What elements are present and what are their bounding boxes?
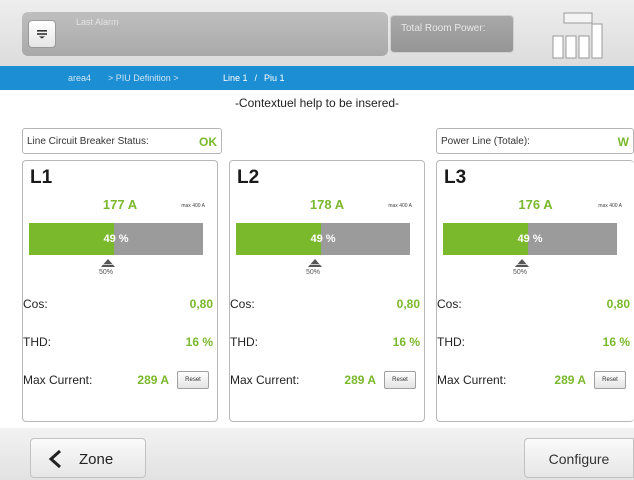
reset-button[interactable]: Reset bbox=[594, 371, 626, 389]
last-alarm-label: Last Alarm bbox=[76, 17, 119, 27]
max-current-value: 289 A bbox=[554, 373, 586, 387]
load-bar: 49 % bbox=[443, 223, 617, 255]
thd-value: 16 % bbox=[602, 335, 630, 349]
menu-button[interactable] bbox=[28, 20, 56, 48]
max-current-value: 289 A bbox=[137, 373, 169, 387]
load-bar: 49 % bbox=[236, 223, 410, 255]
max-current-label: Max Current: bbox=[437, 373, 507, 387]
breaker-status-box: Line Circuit Breaker Status: OK bbox=[22, 128, 222, 154]
breaker-status-value: OK bbox=[199, 135, 217, 149]
line-card-l1: L1 177 A max 400 A 49 % 50% Cos: 0,80 TH… bbox=[22, 160, 218, 422]
max-current-label: Max Current: bbox=[23, 373, 93, 387]
cos-value: 0,80 bbox=[606, 297, 630, 311]
zone-back-button[interactable]: Zone bbox=[30, 438, 146, 478]
breadcrumb-area[interactable]: area4 bbox=[68, 73, 91, 83]
power-line-value: W bbox=[617, 135, 629, 149]
load-bar: 49 % bbox=[29, 223, 203, 255]
breadcrumb-piu: Piu 1 bbox=[264, 73, 285, 83]
cos-label: Cos: bbox=[23, 297, 48, 311]
cos-label: Cos: bbox=[437, 297, 462, 311]
threshold-marker-icon bbox=[515, 259, 529, 267]
cos-row: Cos: 0,80 bbox=[437, 297, 634, 313]
thd-label: THD: bbox=[437, 335, 465, 349]
cos-value: 0,80 bbox=[396, 297, 420, 311]
line-max-current: max 400 A bbox=[181, 203, 205, 209]
header-bar: Last Alarm Total Room Power: bbox=[0, 0, 634, 66]
thd-value: 16 % bbox=[185, 335, 213, 349]
max-current-row: Max Current: 289 A Reset bbox=[437, 371, 634, 389]
load-percent: 49 % bbox=[517, 233, 543, 245]
load-percent: 49 % bbox=[310, 233, 336, 245]
threshold-marker-icon bbox=[308, 259, 322, 267]
cos-label: Cos: bbox=[230, 297, 255, 311]
breaker-status-label: Line Circuit Breaker Status: bbox=[27, 136, 149, 147]
cos-value: 0,80 bbox=[189, 297, 213, 311]
line-card-l2: L2 178 A max 400 A 49 % 50% Cos: 0,80 TH… bbox=[229, 160, 425, 422]
line-max-current: max 400 A bbox=[388, 203, 412, 209]
power-levels-icon[interactable] bbox=[552, 12, 606, 60]
thd-row: THD: 16 % bbox=[230, 335, 424, 351]
thd-label: THD: bbox=[23, 335, 51, 349]
power-line-label: Power Line (Totale): bbox=[441, 136, 530, 147]
configure-button-label: Configure bbox=[548, 451, 610, 467]
reset-button[interactable]: Reset bbox=[384, 371, 416, 389]
line-title: L1 bbox=[30, 167, 53, 188]
thd-value: 16 % bbox=[392, 335, 420, 349]
cos-row: Cos: 0,80 bbox=[23, 297, 217, 313]
threshold-marker-icon bbox=[101, 259, 115, 267]
breadcrumb-line: Line 1 bbox=[223, 73, 248, 83]
max-current-row: Max Current: 289 A Reset bbox=[230, 371, 424, 389]
thd-row: THD: 16 % bbox=[437, 335, 634, 351]
max-current-value: 289 A bbox=[344, 373, 376, 387]
thd-row: THD: 16 % bbox=[23, 335, 217, 351]
total-room-power-label: Total Room Power: bbox=[401, 23, 486, 34]
line-card-l3: L3 176 A max 400 A 49 % 50% Cos: 0,80 TH… bbox=[436, 160, 634, 422]
max-current-label: Max Current: bbox=[230, 373, 300, 387]
cos-row: Cos: 0,80 bbox=[230, 297, 424, 313]
footer-bar: Zone Configure bbox=[0, 428, 634, 480]
threshold-label: 50% bbox=[99, 269, 114, 276]
load-percent: 49 % bbox=[103, 233, 129, 245]
power-line-box: Power Line (Totale): W bbox=[436, 128, 634, 154]
thd-label: THD: bbox=[230, 335, 258, 349]
total-room-power-box: Total Room Power: bbox=[390, 15, 514, 53]
breadcrumb: area4 > PIU Definition > Line 1 / Piu 1 bbox=[0, 66, 634, 90]
threshold-label: 50% bbox=[513, 269, 528, 276]
line-title: L2 bbox=[237, 167, 260, 188]
breadcrumb-separator: / bbox=[252, 73, 260, 83]
menu-icon bbox=[37, 30, 47, 39]
last-alarm-bar[interactable]: Last Alarm bbox=[22, 12, 388, 56]
reset-button[interactable]: Reset bbox=[177, 371, 209, 389]
line-max-current: max 400 A bbox=[598, 203, 622, 209]
contextual-help-text: -Contextuel help to be insered- bbox=[234, 96, 400, 110]
zone-button-label: Zone bbox=[79, 451, 114, 468]
max-current-row: Max Current: 289 A Reset bbox=[23, 371, 217, 389]
threshold-label: 50% bbox=[306, 269, 321, 276]
line-title: L3 bbox=[444, 167, 467, 188]
breadcrumb-piu-definition[interactable]: > PIU Definition > bbox=[108, 73, 181, 83]
configure-button[interactable]: Configure bbox=[524, 438, 634, 478]
chevron-left-icon bbox=[48, 449, 61, 469]
